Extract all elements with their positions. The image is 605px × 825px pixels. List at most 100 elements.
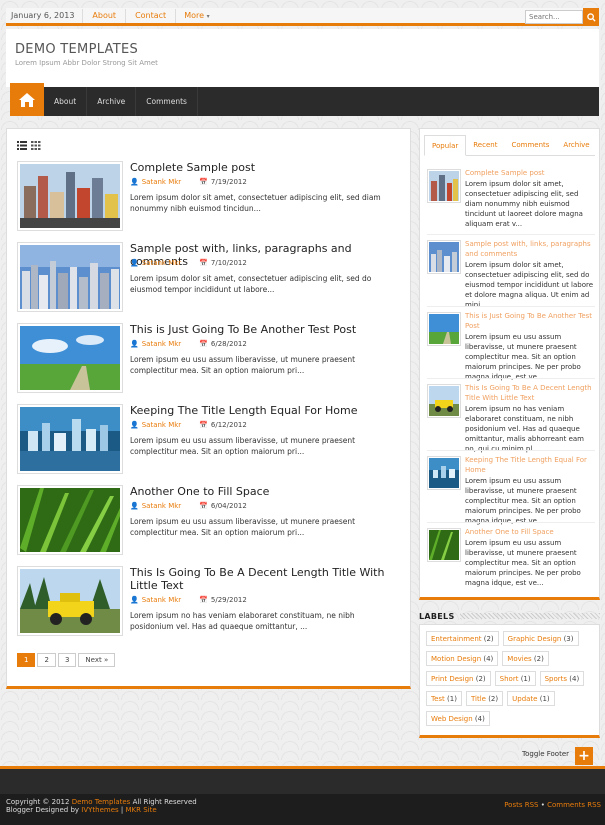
home-button[interactable] [10, 83, 44, 116]
user-icon: 👤 [130, 178, 139, 186]
calendar-icon: 📅 [199, 340, 208, 348]
list-view-icon[interactable] [17, 141, 27, 150]
popular-post-excerpt: Lorem ipsum dolor sit amet, consectetuer… [465, 261, 594, 309]
post-title[interactable]: Complete Sample post [130, 161, 400, 174]
calendar-icon: 📅 [199, 178, 208, 186]
tab-recent[interactable]: Recent [466, 135, 504, 155]
post-thumbnail-skyline[interactable] [17, 242, 123, 312]
label-name: Test [431, 695, 445, 703]
label-tag[interactable]: Test (1) [426, 691, 462, 706]
popular-post-excerpt: Lorem ipsum dolor sit amet, consectetuer… [465, 180, 583, 228]
divider [427, 234, 595, 235]
user-icon: 👤 [130, 421, 139, 429]
designer-link[interactable]: IVYthemes [81, 806, 118, 814]
mkr-site-link[interactable]: MKR Site [126, 806, 157, 814]
label-name: Short [499, 675, 519, 683]
popular-thumbnail[interactable] [427, 240, 461, 274]
popular-post-title[interactable]: Keeping The Title Length Equal For Home [465, 456, 596, 475]
label-tag[interactable]: Graphic Design (3) [502, 631, 579, 646]
footer-site-link[interactable]: Demo Templates [72, 798, 131, 806]
tab-popular[interactable]: Popular [424, 135, 467, 156]
label-tag[interactable]: Short (1) [494, 671, 536, 686]
post-item: Sample post with, links, paragraphs and … [17, 242, 402, 314]
user-icon: 👤 [130, 259, 139, 267]
post-title[interactable]: Another One to Fill Space [130, 485, 400, 498]
post-meta: 👤 Satank Mkr 📅 7/10/2012 [130, 259, 247, 267]
post-author[interactable]: Satank Mkr [142, 340, 181, 348]
post-author[interactable]: Satank Mkr [142, 178, 181, 186]
popular-post-title[interactable]: This is Just Going To Be Another Test Po… [465, 312, 596, 331]
chevron-down-icon: ▾ [206, 12, 210, 20]
rights-text: All Right Reserved [132, 798, 197, 806]
post-author[interactable]: Satank Mkr [142, 596, 181, 604]
post-thumbnail-city[interactable] [17, 161, 123, 231]
label-name: Motion Design [431, 655, 482, 663]
post-thumbnail-grass[interactable] [17, 485, 123, 555]
next-page-button[interactable]: Next » [78, 653, 116, 667]
popular-thumbnail[interactable] [427, 456, 461, 490]
labels-widget: Entertainment (2) Graphic Design (3) Mot… [419, 624, 600, 738]
label-tag[interactable]: Movies (2) [502, 651, 549, 666]
tab-comments[interactable]: Comments [504, 135, 556, 155]
popular-thumbnail[interactable] [427, 384, 461, 418]
post-author[interactable]: Satank Mkr [142, 259, 181, 267]
main-content: Complete Sample post 👤 Satank Mkr 📅 7/19/2… [6, 128, 411, 689]
bullet-separator: • [540, 801, 545, 809]
toggle-footer-button[interactable]: + [575, 747, 593, 765]
nav-item-archive[interactable]: Archive [87, 87, 137, 116]
post-meta: 👤 Satank Mkr 📅 6/12/2012 [130, 421, 247, 429]
post-date: 7/19/2012 [210, 178, 247, 186]
label-tag[interactable]: Title (2) [465, 691, 504, 706]
label-tag[interactable]: Update (1) [507, 691, 555, 706]
popular-post-title[interactable]: Another One to Fill Space [465, 528, 596, 538]
post-date: 5/29/2012 [210, 596, 247, 604]
page-2[interactable]: 2 [37, 653, 56, 667]
post-thumbnail-jeep[interactable] [17, 566, 123, 636]
post-title[interactable]: Keeping The Title Length Equal For Home [130, 404, 400, 417]
label-count: (4) [569, 675, 580, 683]
popular-post-title[interactable]: Sample post with, links, paragraphs and … [465, 240, 596, 259]
page-1[interactable]: 1 [17, 653, 36, 667]
post-author[interactable]: Satank Mkr [142, 421, 181, 429]
tab-archive[interactable]: Archive [556, 135, 596, 155]
label-tag[interactable]: Print Design (2) [426, 671, 491, 686]
label-name: Graphic Design [507, 635, 562, 643]
post-title[interactable]: This Is Going To Be A Decent Length Titl… [130, 566, 400, 592]
top-link-contact[interactable]: Contact [126, 8, 177, 23]
top-link-about[interactable]: About [83, 8, 127, 23]
label-tag[interactable]: Entertainment (2) [426, 631, 499, 646]
post-thumbnail-night-city[interactable] [17, 404, 123, 474]
label-tag[interactable]: Web Design (4) [426, 711, 490, 726]
post-title[interactable]: This is Just Going To Be Another Test Po… [130, 323, 400, 336]
popular-post-title[interactable]: This Is Going To Be A Decent Length Titl… [465, 384, 596, 403]
post-meta: 👤 Satank Mkr 📅 6/04/2012 [130, 502, 247, 510]
post-item: This is Just Going To Be Another Test Po… [17, 323, 402, 395]
nav-item-about[interactable]: About [44, 87, 88, 116]
comments-rss-link[interactable]: Comments RSS [547, 801, 601, 809]
nav-item-comments[interactable]: Comments [136, 87, 198, 116]
post-date: 7/10/2012 [210, 259, 247, 267]
label-count: (2) [533, 655, 544, 663]
site-title[interactable]: DEMO TEMPLATES [15, 42, 138, 57]
label-tag[interactable]: Sports (4) [539, 671, 585, 686]
popular-thumbnail[interactable] [427, 528, 461, 562]
popular-post-title[interactable]: Complete Sample post [465, 169, 596, 179]
post-thumbnail-field[interactable] [17, 323, 123, 393]
top-more-menu[interactable]: More ▾ [176, 9, 217, 23]
toggle-footer-label[interactable]: Toggle Footer [522, 750, 569, 758]
label-count: (2) [475, 675, 486, 683]
grid-view-icon[interactable] [31, 141, 41, 150]
search-input[interactable] [525, 10, 583, 24]
popular-thumbnail[interactable] [427, 312, 461, 346]
search-button[interactable] [583, 8, 599, 26]
search-icon [586, 12, 596, 22]
page-3[interactable]: 3 [57, 653, 77, 667]
posts-rss-link[interactable]: Posts RSS [504, 801, 538, 809]
post-excerpt: Lorem ipsum dolor sit amet, consectetuer… [130, 193, 381, 213]
post-author[interactable]: Satank Mkr [142, 502, 181, 510]
label-name: Web Design [431, 715, 473, 723]
site-header: DEMO TEMPLATES Lorem Ipsum Abbr Dolor St… [6, 29, 599, 87]
post-excerpt: Lorem ipsum no has veniam elaboraret con… [130, 611, 355, 631]
popular-thumbnail[interactable] [427, 169, 461, 203]
label-tag[interactable]: Motion Design (4) [426, 651, 499, 666]
